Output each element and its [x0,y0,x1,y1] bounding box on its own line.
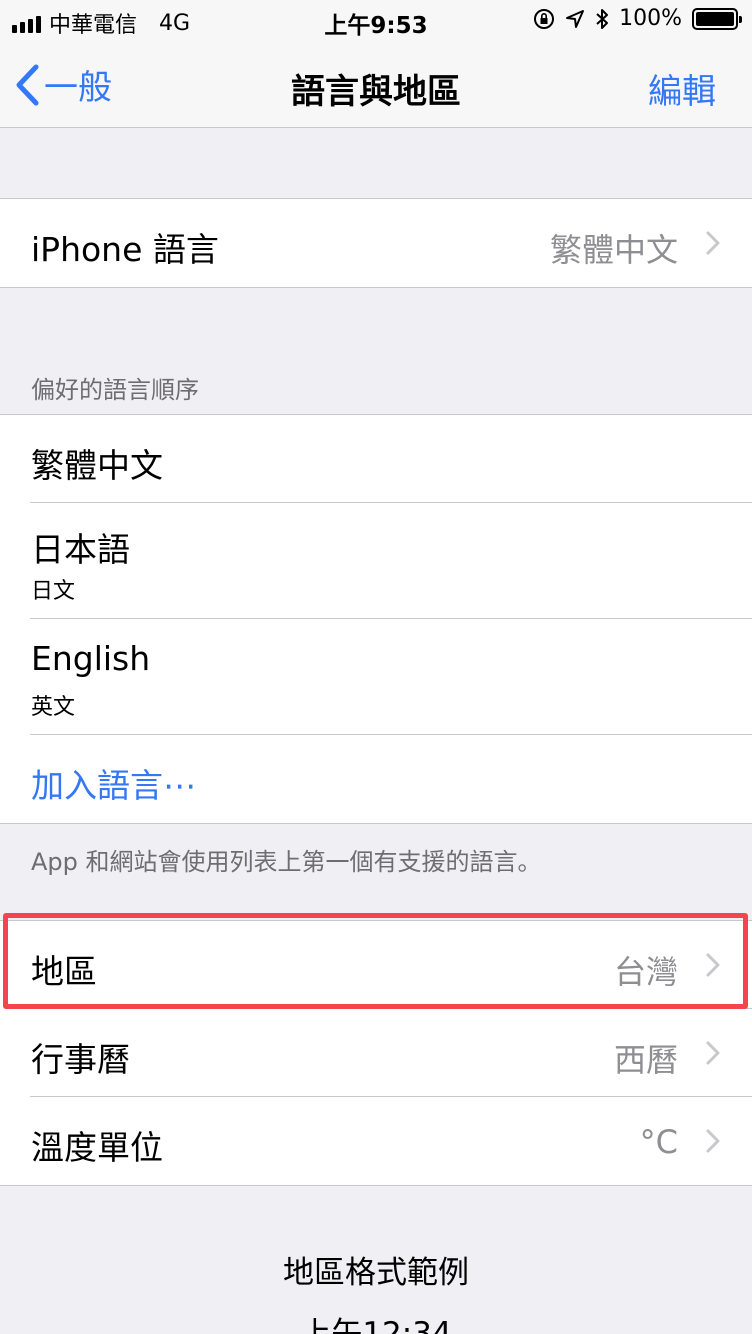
rotation-lock-icon [534,8,555,29]
region-settings-group: 地區 台灣 行事曆 西曆 溫度單位 °C [0,920,752,1186]
chevron-right-icon [706,1129,720,1153]
navigation-bar: 一般 語言與地區 編輯 [0,40,752,128]
edit-button[interactable]: 編輯 [648,64,716,113]
language-name: 繁體中文 [31,446,163,485]
temperature-unit-row[interactable]: 溫度單位 °C [0,1097,752,1185]
region-value: 台灣 [613,953,678,991]
page-title: 語言與地區 [291,72,461,112]
calendar-label: 行事曆 [31,1040,130,1079]
chevron-right-icon [706,953,720,977]
calendar-value: 西曆 [613,1041,678,1079]
language-row-traditional-chinese[interactable]: 繁體中文 [0,415,752,503]
iphone-language-label: iPhone 語言 [31,230,219,269]
status-right: 100% [533,6,742,31]
language-row-japanese[interactable]: 日本語 日文 [0,503,752,619]
temperature-unit-label: 溫度單位 [31,1128,163,1167]
language-name: English [31,639,151,678]
iphone-language-row[interactable]: iPhone 語言 繁體中文 [0,199,752,287]
bluetooth-icon [596,8,609,29]
preferred-languages-header: 偏好的語言順序 [31,376,199,404]
preferred-languages-footer: App 和網站會使用列表上第一個有支援的語言。 [31,848,542,876]
language-translation: 英文 [31,695,76,720]
temperature-unit-value: °C [639,1123,678,1161]
add-language-button[interactable]: 加入語言⋯ [31,759,196,807]
battery-percent: 100% [619,6,682,31]
status-bar: 中華電信 4G 上午9:53 100% [0,0,752,40]
chevron-right-icon [706,1041,720,1065]
iphone-language-value: 繁體中文 [549,231,678,269]
region-row[interactable]: 地區 台灣 [0,921,752,1009]
region-format-example-time: 上午12:34 [300,1316,452,1334]
add-language-row[interactable]: 加入語言⋯ [0,735,752,823]
region-format-example-title: 地區格式範例 [283,1255,469,1291]
language-name: 日本語 [31,530,130,569]
battery-icon [692,7,742,30]
chevron-right-icon [706,231,720,255]
iphone-language-group: iPhone 語言 繁體中文 [0,198,752,288]
preferred-languages-group: 繁體中文 日本語 日文 English 英文 加入語言⋯ [0,414,752,824]
location-icon [566,9,585,28]
language-row-english[interactable]: English 英文 [0,619,752,735]
region-label: 地區 [31,952,97,991]
calendar-row[interactable]: 行事曆 西曆 [0,1009,752,1097]
language-translation: 日文 [31,579,76,604]
